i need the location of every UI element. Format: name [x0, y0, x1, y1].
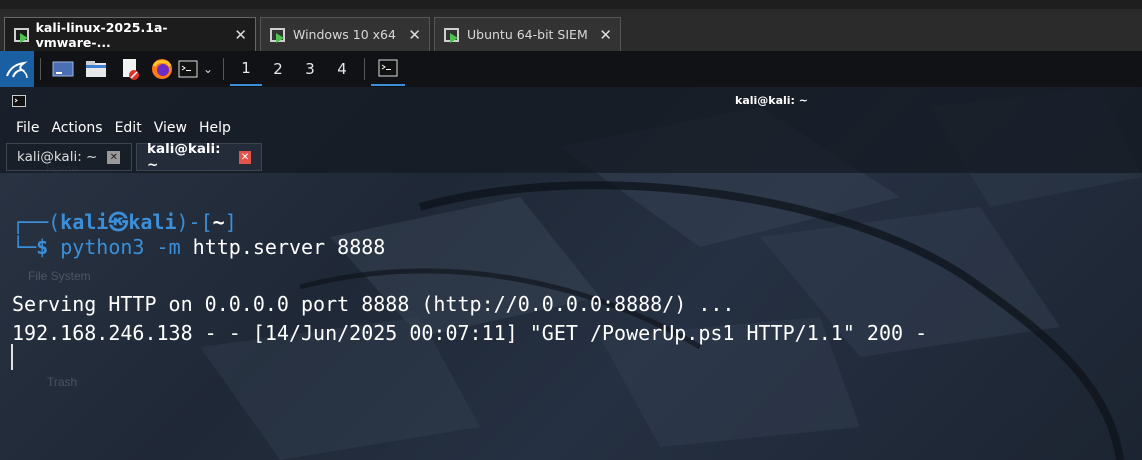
- terminal-window: Home File System Trash kali@kali: ~ File…: [0, 87, 1142, 460]
- firefox-icon: [152, 59, 172, 79]
- taskbar-terminal-window[interactable]: [371, 52, 405, 86]
- output-line: 192.168.246.138 - - [14/Jun/2025 00:07:1…: [12, 321, 928, 345]
- vm-tab-kali[interactable]: kali-linux-2025.1a-vmware-... ✕: [4, 17, 256, 51]
- vm-icon: [269, 27, 287, 43]
- prompt-dir: ~: [212, 210, 225, 234]
- terminal-menubar: File Actions Edit View Help: [0, 115, 1142, 141]
- prompt-corner: ┌──(: [12, 210, 61, 234]
- terminal-tab-active[interactable]: kali@kali: ~ ✕: [136, 141, 262, 173]
- terminal-tab-label: kali@kali: ~: [17, 149, 98, 165]
- workspace-4[interactable]: 4: [326, 52, 358, 86]
- workspace-1[interactable]: 1: [230, 52, 262, 86]
- command-program: python3: [60, 235, 145, 259]
- terminal-tab-label: kali@kali: ~: [147, 141, 221, 173]
- terminal-tab-bar: kali@kali: ~ ✕ kali@kali: ~ ✕: [0, 141, 1142, 173]
- command-flag: -m: [156, 235, 181, 259]
- vm-tab-ubuntu[interactable]: Ubuntu 64-bit SIEM ✕: [434, 17, 621, 51]
- menu-view[interactable]: View: [148, 120, 193, 136]
- panel-separator: [40, 58, 41, 80]
- file-manager-button[interactable]: [79, 51, 113, 87]
- terminal-tab[interactable]: kali@kali: ~ ✕: [6, 143, 132, 171]
- text-cursor: [11, 344, 13, 370]
- close-icon[interactable]: ✕: [239, 150, 251, 164]
- menu-actions[interactable]: Actions: [45, 120, 108, 136]
- kali-menu-button[interactable]: [0, 51, 34, 87]
- prompt-corner-bottom: └─: [12, 235, 37, 259]
- vm-tab-label: Windows 10 x64: [293, 27, 396, 42]
- prompt-host: kali: [128, 210, 177, 234]
- terminal-titlebar: kali@kali: ~: [0, 87, 1142, 115]
- terminal-icon: [178, 60, 198, 78]
- close-icon[interactable]: ✕: [400, 26, 421, 44]
- prompt-user: kali: [60, 210, 109, 234]
- text-editor-button[interactable]: [113, 51, 147, 87]
- panel-separator: [364, 58, 365, 80]
- prompt-bracket: )-[: [176, 210, 213, 234]
- menu-file[interactable]: File: [10, 120, 45, 136]
- terminal-launcher-button[interactable]: [177, 51, 199, 87]
- command-line: └─$ python3 -m http.server 8888: [12, 235, 385, 259]
- prompt-symbol: ㉿: [108, 210, 129, 234]
- prompt-line: ┌──(kali㉿kali)-[~]: [12, 206, 237, 235]
- kali-dragon-icon: [6, 61, 28, 79]
- text-editor-icon: [123, 59, 139, 80]
- kali-top-panel: ⌄ 1 2 3 4: [0, 51, 1142, 87]
- vm-tab-label: kali-linux-2025.1a-vmware-...: [35, 19, 168, 50]
- output-line: Serving HTTP on 0.0.0.0 port 8888 (http:…: [12, 292, 735, 316]
- firefox-button[interactable]: [147, 51, 177, 87]
- menu-help[interactable]: Help: [193, 120, 237, 136]
- close-icon[interactable]: ✕: [107, 150, 121, 164]
- workspace-3[interactable]: 3: [294, 52, 326, 86]
- vm-tab-label: Ubuntu 64-bit SIEM: [467, 27, 588, 42]
- vmware-tab-strip: kali-linux-2025.1a-vmware-... ✕ Windows …: [0, 0, 1142, 51]
- command-args: http.server 8888: [192, 235, 386, 259]
- vm-icon: [443, 27, 461, 43]
- prompt-bracket-end: ]: [224, 210, 237, 234]
- close-icon[interactable]: ✕: [226, 26, 247, 44]
- window-title: kali@kali: ~: [735, 94, 809, 107]
- vm-tab-windows[interactable]: Windows 10 x64 ✕: [260, 17, 430, 51]
- prompt-dollar: $: [36, 235, 49, 259]
- chevron-down-icon[interactable]: ⌄: [199, 51, 217, 87]
- terminal-icon: [378, 59, 398, 77]
- terminal-output-area[interactable]: ┌──(kali㉿kali)-[~] └─$ python3 -m http.s…: [0, 173, 1142, 460]
- vm-icon: [13, 27, 30, 43]
- close-icon[interactable]: ✕: [591, 26, 612, 44]
- menu-edit[interactable]: Edit: [109, 120, 148, 136]
- panel-separator: [223, 58, 224, 80]
- workspace-2[interactable]: 2: [262, 52, 294, 86]
- show-desktop-button[interactable]: [47, 51, 79, 87]
- desktop-icon: [52, 61, 74, 77]
- folder-icon: [86, 61, 106, 77]
